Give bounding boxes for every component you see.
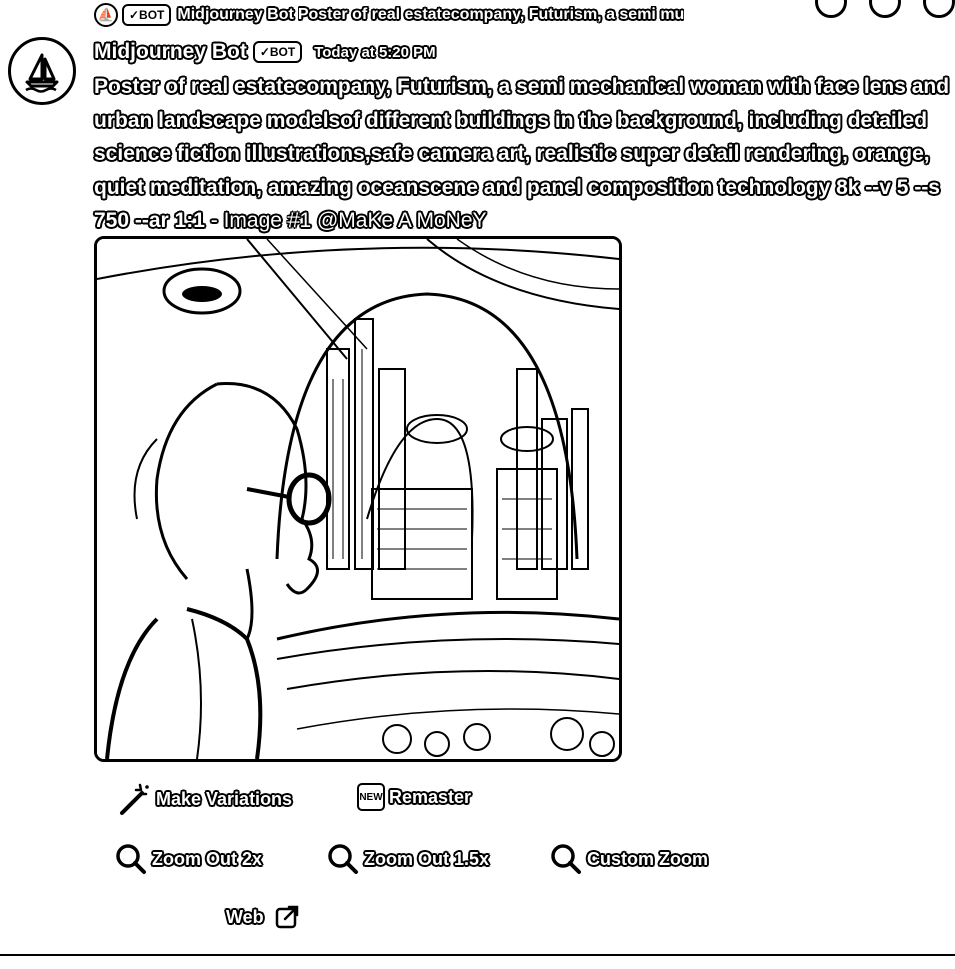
magnifier-icon [116,844,146,874]
reply-preview[interactable]: ⛵ ✓BOT Midjourney Bot Poster of real est… [94,2,806,28]
sailboat-icon: ⛵ [94,3,118,27]
avatar[interactable] [8,37,76,105]
reply-author[interactable]: Midjourney Bot [177,6,293,24]
sailboat-icon [25,53,59,93]
zoom-out-1-5x-button[interactable]: Zoom Out 1.5x [326,842,489,876]
reply-text: Poster of real estatecompany, Futurism, … [297,6,685,23]
reaction-icon[interactable] [815,0,847,18]
zoom-out-1-5x-label: Zoom Out 1.5x [364,848,490,869]
magnifier-icon [551,844,581,874]
external-link-icon [275,905,298,929]
zoom-out-2x-label: Zoom Out 2x [152,848,263,869]
bot-tag: ✓BOT [122,4,172,26]
image-attachment[interactable] [94,236,622,762]
divider [0,954,955,956]
make-variations-label: Make Variations [156,788,293,809]
new-badge-icon: NEW [357,783,385,811]
timestamp: Today at 5:20 PM [314,43,436,61]
bot-tag: ✓BOT [252,41,303,63]
message-header: Midjourney Bot ✓BOT Today at 5:20 PM [94,38,436,66]
web-label: Web [226,906,264,927]
remaster-button[interactable]: NEW Remaster [357,783,471,811]
custom-zoom-button[interactable]: Custom Zoom [549,842,708,876]
image-mention: - Image #1 @MaKe A MoNeY [204,209,487,232]
remaster-label: Remaster [389,786,472,807]
custom-zoom-label: Custom Zoom [587,848,708,869]
poster-image [97,239,619,759]
reply-icon[interactable] [869,0,901,18]
message-content: Poster of real estatecompany, Futurism, … [94,70,954,238]
author-name[interactable]: Midjourney Bot [94,40,247,64]
message-actions [815,0,955,18]
magnifier-icon [328,844,358,874]
magic-wand-icon [120,783,149,815]
more-icon[interactable] [923,0,955,18]
make-variations-button[interactable]: Make Variations [116,781,292,817]
zoom-out-2x-button[interactable]: Zoom Out 2x [114,842,262,876]
web-link-button[interactable]: Web [226,904,300,930]
